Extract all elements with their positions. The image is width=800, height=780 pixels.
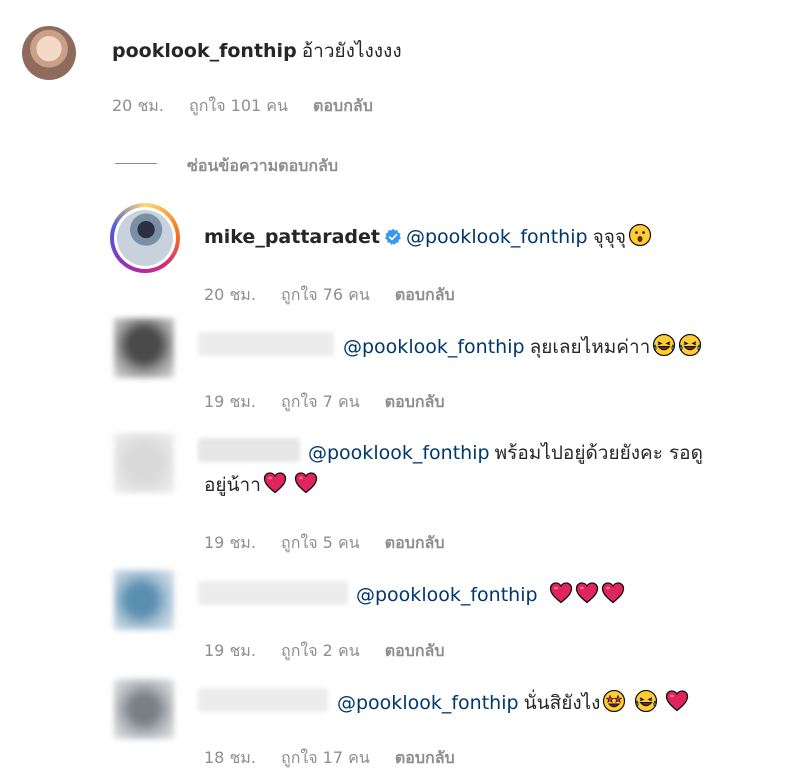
reply-button[interactable]: ตอบกลับ: [385, 641, 445, 660]
mention-link[interactable]: @pooklook_fonthip: [337, 692, 519, 714]
mention-link[interactable]: @pooklook_fonthip: [343, 336, 525, 358]
reply-button[interactable]: ตอบกลับ: [395, 285, 455, 304]
reply-text: ลุยเลยไหมค่าา: [529, 336, 651, 358]
reply-meta-3: 19 ชม. ถูกใจ 5 คน ตอบกลับ: [204, 531, 465, 556]
comment-meta: 20 ชม. ถูกใจ 101 คน ตอบกลับ: [112, 94, 393, 119]
red-heart-emoji-icon: [665, 689, 689, 713]
reply-text: พร้อมไปอยู่ด้วยยังคะ รอดู: [494, 442, 703, 464]
reply-likes[interactable]: ถูกใจ 76 คน: [281, 285, 370, 304]
star-struck-emoji-icon: [602, 689, 626, 713]
red-heart-emoji-icon: [549, 581, 573, 605]
reply-row-2: @pooklook_fonthip ลุยเลยไหมค่าา: [343, 332, 702, 362]
username[interactable]: pooklook_fonthip: [112, 40, 297, 62]
reply-text: นั่นสิยังไง: [523, 692, 601, 714]
reply-meta-1: 20 ชม. ถูกใจ 76 คน ตอบกลับ: [204, 283, 475, 308]
reply-text: จุจุจุ: [592, 226, 627, 248]
username-blurred[interactable]: [198, 581, 348, 605]
avatar-blurred[interactable]: [114, 433, 174, 493]
reply-meta-5: 18 ชม. ถูกใจ 17 คน ตอบกลับ: [204, 746, 475, 771]
comment-row: pooklook_fonthip อ้าวยังไงงงง: [112, 36, 402, 66]
reply-likes[interactable]: ถูกใจ 7 คน: [281, 392, 360, 411]
reply-meta-4: 19 ชม. ถูกใจ 2 คน ตอบกลับ: [204, 639, 465, 664]
tears-of-joy-emoji-icon: [634, 689, 658, 713]
reply-row-3: @pooklook_fonthip พร้อมไปอยู่ด้วยยังคะ ร…: [308, 438, 703, 468]
reply-time[interactable]: 18 ชม.: [204, 748, 256, 767]
username-blurred[interactable]: [198, 688, 328, 712]
red-heart-emoji-icon: [575, 581, 599, 605]
red-heart-emoji-icon: [601, 581, 625, 605]
reply-row-5: @pooklook_fonthip นั่นสิยังไง: [337, 688, 689, 718]
hide-replies-button[interactable]: ซ่อนข้อความตอบกลับ: [187, 154, 338, 179]
tears-of-joy-emoji-icon: [678, 333, 702, 357]
hide-replies-divider: [115, 163, 157, 164]
red-heart-emoji-icon: [294, 471, 318, 495]
comment-text: อ้าวยังไงงงง: [301, 40, 402, 62]
avatar-photo: [117, 210, 173, 266]
hushed-face-emoji-icon: [628, 223, 652, 247]
reply-time[interactable]: 19 ชม.: [204, 641, 256, 660]
username-blurred[interactable]: [198, 332, 334, 356]
reply-time[interactable]: 20 ชม.: [204, 285, 256, 304]
reply-likes[interactable]: ถูกใจ 2 คน: [281, 641, 360, 660]
mention-link[interactable]: @pooklook_fonthip: [356, 584, 538, 606]
reply-text-continued: อยู่น้าา: [204, 474, 261, 496]
reply-row-4: @pooklook_fonthip: [356, 581, 625, 606]
reply-likes[interactable]: ถูกใจ 17 คน: [281, 748, 370, 767]
reply-button[interactable]: ตอบกลับ: [313, 96, 373, 115]
username[interactable]: mike_pattaradet: [204, 226, 380, 248]
mention-link[interactable]: @pooklook_fonthip: [406, 226, 588, 248]
avatar-blurred[interactable]: [114, 570, 174, 630]
avatar-blurred[interactable]: [114, 679, 174, 739]
avatar-mike-pattaradet-story-ring[interactable]: [110, 203, 180, 273]
reply-meta-2: 19 ชม. ถูกใจ 7 คน ตอบกลับ: [204, 390, 465, 415]
username-blurred[interactable]: [198, 438, 300, 462]
mention-link[interactable]: @pooklook_fonthip: [308, 442, 490, 464]
comment-time[interactable]: 20 ชม.: [112, 96, 164, 115]
reply-time[interactable]: 19 ชม.: [204, 392, 256, 411]
verified-badge-icon: [384, 228, 402, 246]
reply-button[interactable]: ตอบกลับ: [385, 392, 445, 411]
reply-button[interactable]: ตอบกลับ: [385, 533, 445, 552]
red-heart-emoji-icon: [263, 471, 287, 495]
reply-time[interactable]: 19 ชม.: [204, 533, 256, 552]
reply-likes[interactable]: ถูกใจ 5 คน: [281, 533, 360, 552]
tears-of-joy-emoji-icon: [652, 333, 676, 357]
avatar-blurred[interactable]: [114, 318, 174, 378]
reply-button[interactable]: ตอบกลับ: [395, 748, 455, 767]
comment-likes[interactable]: ถูกใจ 101 คน: [189, 96, 288, 115]
reply-row-1: mike_pattaradet @pooklook_fonthip จุจุจุ: [204, 222, 652, 252]
reply-row-3-line-2: อยู่น้าา: [204, 470, 318, 500]
avatar-pooklook[interactable]: [22, 26, 76, 80]
